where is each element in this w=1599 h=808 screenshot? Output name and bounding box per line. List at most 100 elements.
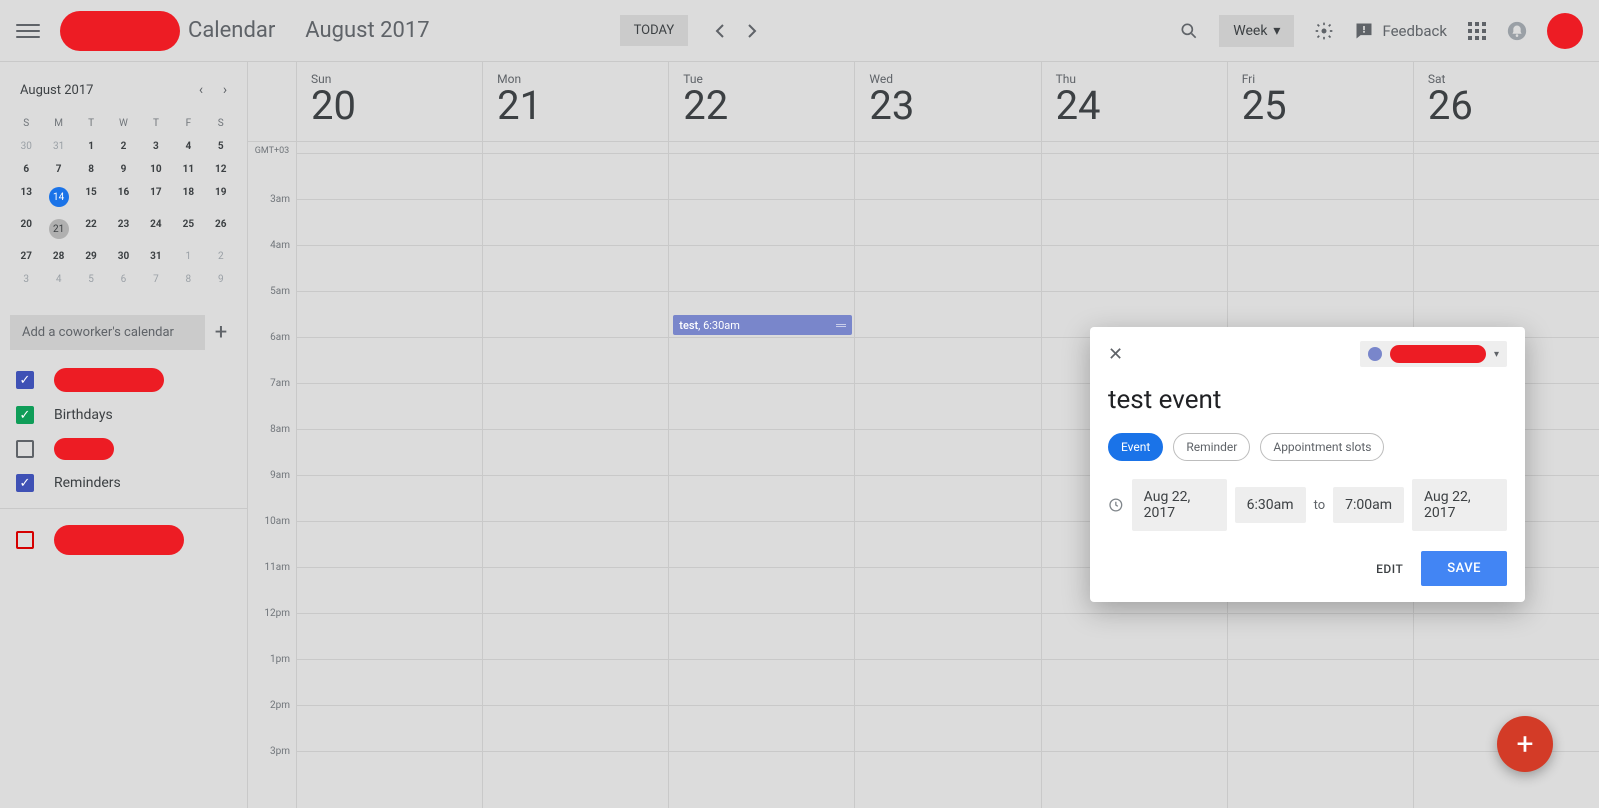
hour-label: 11am <box>248 562 296 608</box>
mini-day[interactable]: 22 <box>75 213 107 245</box>
chip-appointment-slots[interactable]: Appointment slots <box>1260 433 1384 461</box>
account-avatar[interactable] <box>1547 13 1583 49</box>
header-bar: Calendar August 2017 TODAY Week▾ Feedbac… <box>0 0 1599 62</box>
close-icon[interactable]: ✕ <box>1108 344 1132 365</box>
calendar-list-item[interactable]: ✓ <box>10 368 237 392</box>
day-column[interactable] <box>482 142 668 808</box>
search-icon[interactable] <box>1169 11 1209 51</box>
menu-icon[interactable] <box>16 19 40 43</box>
checkbox-icon[interactable]: ✓ <box>16 474 34 492</box>
mini-day[interactable]: 26 <box>205 213 237 245</box>
mini-day[interactable]: 7 <box>42 158 74 181</box>
mini-day[interactable]: 3 <box>10 268 42 291</box>
mini-day[interactable]: 9 <box>107 158 139 181</box>
mini-day[interactable]: 28 <box>42 245 74 268</box>
prev-week-button[interactable] <box>704 15 736 47</box>
day-header[interactable]: Sun20 <box>296 62 482 141</box>
save-button[interactable]: SAVE <box>1421 551 1507 586</box>
settings-icon[interactable] <box>1304 11 1344 51</box>
day-header[interactable]: Tue22 <box>668 62 854 141</box>
mini-day[interactable]: 27 <box>10 245 42 268</box>
mini-day[interactable]: 25 <box>172 213 204 245</box>
hour-label: 7am <box>248 378 296 424</box>
day-column[interactable]: test, 6:30am <box>668 142 854 808</box>
create-event-fab[interactable]: + <box>1497 716 1553 772</box>
mini-day[interactable]: 23 <box>107 213 139 245</box>
mini-day[interactable]: 20 <box>10 213 42 245</box>
end-date-field[interactable]: Aug 22, 2017 <box>1412 479 1507 531</box>
chip-event[interactable]: Event <box>1108 433 1163 461</box>
mini-day[interactable]: 31 <box>42 135 74 158</box>
mini-day[interactable]: 30 <box>107 245 139 268</box>
mini-day[interactable]: 10 <box>140 158 172 181</box>
start-time-field[interactable]: 6:30am <box>1235 487 1306 523</box>
add-coworker-input[interactable] <box>10 315 205 350</box>
mini-day[interactable]: 6 <box>10 158 42 181</box>
notifications-icon[interactable] <box>1497 11 1537 51</box>
mini-day[interactable]: 3 <box>140 135 172 158</box>
mini-next-button[interactable]: › <box>213 78 237 102</box>
mini-day[interactable]: 15 <box>75 181 107 213</box>
checkbox-icon[interactable]: ✓ <box>16 371 34 389</box>
mini-day[interactable]: 30 <box>10 135 42 158</box>
mini-day[interactable]: 2 <box>107 135 139 158</box>
calendar-list-item[interactable] <box>10 525 237 555</box>
mini-day[interactable]: 19 <box>205 181 237 213</box>
mini-day[interactable]: 21 <box>42 213 74 245</box>
day-column[interactable] <box>854 142 1040 808</box>
start-date-field[interactable]: Aug 22, 2017 <box>1132 479 1227 531</box>
mini-day[interactable]: 13 <box>10 181 42 213</box>
add-coworker-button[interactable]: + <box>205 320 237 345</box>
mini-day[interactable]: 18 <box>172 181 204 213</box>
calendar-list-item[interactable]: ✓ Reminders <box>10 474 237 492</box>
mini-day[interactable]: 9 <box>205 268 237 291</box>
day-header[interactable]: Thu24 <box>1041 62 1227 141</box>
day-header[interactable]: Fri25 <box>1227 62 1413 141</box>
mini-day[interactable]: 29 <box>75 245 107 268</box>
calendar-list-item[interactable] <box>10 438 237 460</box>
mini-day[interactable]: 12 <box>205 158 237 181</box>
mini-day[interactable]: 1 <box>75 135 107 158</box>
next-week-button[interactable] <box>736 15 768 47</box>
edit-button[interactable]: EDIT <box>1376 562 1403 576</box>
chip-reminder[interactable]: Reminder <box>1173 433 1250 461</box>
calendar-list-item[interactable]: ✓ Birthdays <box>10 406 237 424</box>
to-label: to <box>1314 498 1326 513</box>
day-header[interactable]: Mon21 <box>482 62 668 141</box>
today-button[interactable]: TODAY <box>620 15 689 46</box>
feedback-label: Feedback <box>1382 22 1447 40</box>
view-selector[interactable]: Week▾ <box>1219 15 1294 47</box>
apps-icon[interactable] <box>1457 11 1497 51</box>
checkbox-icon[interactable] <box>16 531 34 549</box>
mini-day[interactable]: 17 <box>140 181 172 213</box>
mini-prev-button[interactable]: ‹ <box>189 78 213 102</box>
day-column[interactable] <box>296 142 482 808</box>
mini-day[interactable]: 5 <box>75 268 107 291</box>
mini-day[interactable]: 4 <box>42 268 74 291</box>
chevron-down-icon: ▾ <box>1273 23 1280 39</box>
day-header[interactable]: Sat26 <box>1413 62 1599 141</box>
mini-day[interactable]: 4 <box>172 135 204 158</box>
end-time-field[interactable]: 7:00am <box>1333 487 1404 523</box>
mini-day[interactable]: 11 <box>172 158 204 181</box>
drag-handle-icon[interactable] <box>836 324 846 327</box>
calendar-name: Reminders <box>54 475 121 491</box>
checkbox-icon[interactable]: ✓ <box>16 406 34 424</box>
checkbox-icon[interactable] <box>16 440 34 458</box>
day-header[interactable]: Wed23 <box>854 62 1040 141</box>
calendar-picker[interactable]: ▾ <box>1360 341 1507 367</box>
mini-day[interactable]: 8 <box>172 268 204 291</box>
feedback-button[interactable]: Feedback <box>1354 21 1447 41</box>
mini-day[interactable]: 31 <box>140 245 172 268</box>
mini-day[interactable]: 14 <box>42 181 74 213</box>
mini-day[interactable]: 1 <box>172 245 204 268</box>
mini-day[interactable]: 16 <box>107 181 139 213</box>
mini-day[interactable]: 2 <box>205 245 237 268</box>
mini-day[interactable]: 24 <box>140 213 172 245</box>
mini-day[interactable]: 8 <box>75 158 107 181</box>
mini-day[interactable]: 5 <box>205 135 237 158</box>
mini-day[interactable]: 6 <box>107 268 139 291</box>
mini-day[interactable]: 7 <box>140 268 172 291</box>
event-chip[interactable]: test, 6:30am <box>673 315 852 335</box>
event-title-input[interactable] <box>1108 383 1507 421</box>
